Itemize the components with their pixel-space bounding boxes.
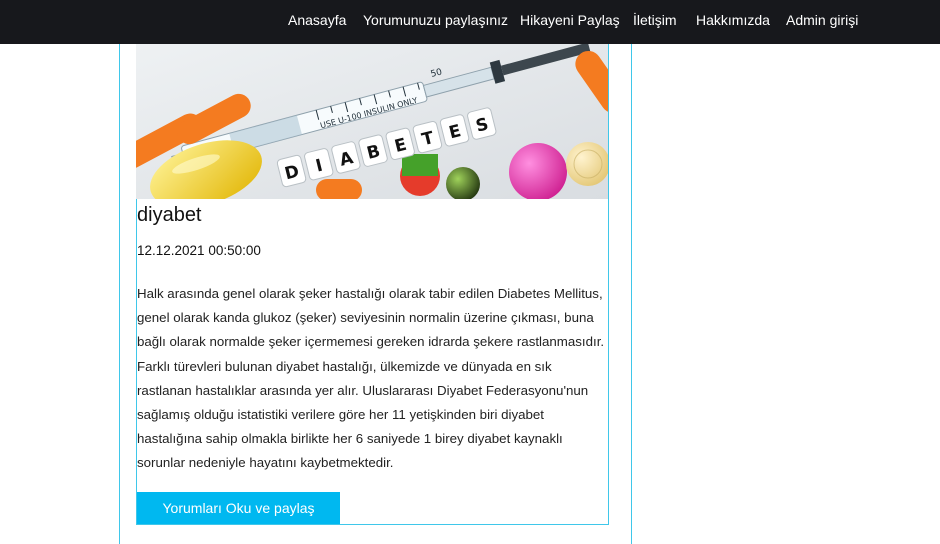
post-date: 12.12.2021 00:50:00: [137, 243, 261, 258]
post-title: diyabet: [137, 204, 202, 226]
nav-admin-login-link[interactable]: Admin girişi: [786, 0, 858, 44]
nav-about-link[interactable]: Hakkımızda: [696, 0, 770, 44]
post-body: Halk arasında genel olarak şeker hastalı…: [137, 286, 605, 471]
read-and-share-comments-button[interactable]: Yorumları Oku ve paylaş: [137, 492, 340, 524]
nav-contact-link[interactable]: İletişim: [633, 0, 677, 44]
nav-home-link[interactable]: Anasayfa: [288, 0, 346, 44]
nav-share-story-link[interactable]: Hikayeni Paylaş: [520, 0, 620, 44]
post-image: USE U-100 INSULIN ONLY 50 D I A B E T E …: [136, 44, 608, 199]
top-navbar: Anasayfa Yorumunuzu paylaşınız Hikayeni …: [0, 0, 940, 44]
nav-share-comment-link[interactable]: Yorumunuzu paylaşınız: [363, 0, 508, 44]
